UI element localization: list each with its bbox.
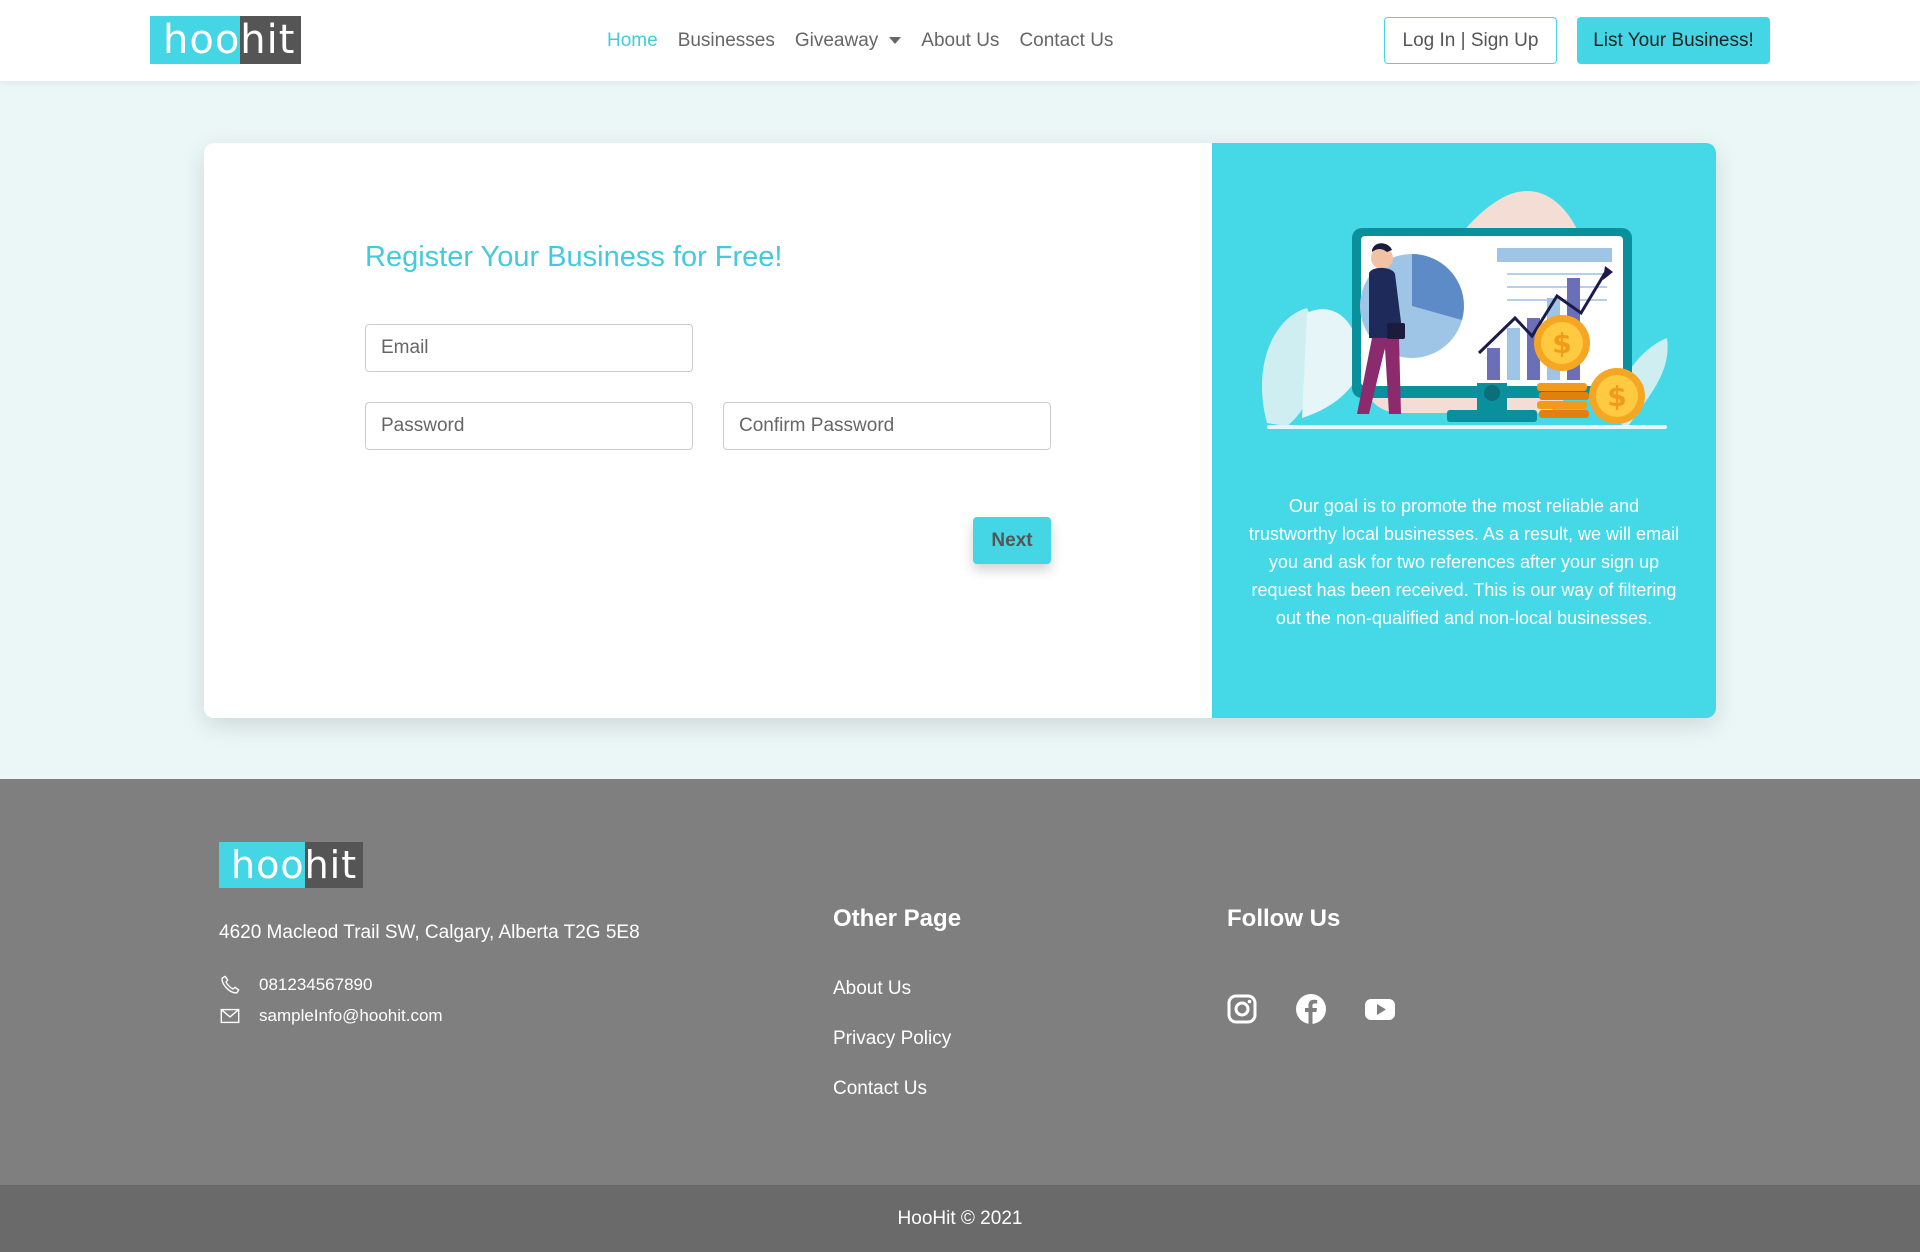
phone-icon [221,975,240,994]
copyright-bar: HooHit © 2021 [0,1185,1920,1252]
screen-header-bar [1497,248,1612,262]
password-input[interactable] [365,402,693,450]
nav-item-businesses[interactable]: Businesses [668,30,785,52]
chevron-down-icon [889,37,902,44]
login-signup-button[interactable]: Log In | Sign Up [1384,17,1557,64]
email-input[interactable] [365,324,693,372]
coin-stack [1537,401,1587,409]
nav-item-about-us[interactable]: About Us [911,30,1009,52]
monitor-base [1447,410,1537,422]
goal-description: Our goal is to promote the most reliable… [1248,496,1680,628]
footer-logo[interactable]: hoo hit [219,842,364,888]
footer-email-row: sampleInfo@hoohit.com [219,1005,443,1027]
footer-logo-part-1: hoo [219,842,305,888]
footer-email[interactable]: sampleInfo@hoohit.com [259,1006,443,1026]
business-growth-illustration: $ $ [1261,191,1668,429]
register-form-panel: Register Your Business for Free! Next [204,143,1212,718]
facebook-icon[interactable] [1295,993,1327,1025]
form-title: Register Your Business for Free! [365,241,783,273]
monitor-button [1484,385,1500,401]
footer-logo-part-2: hit [304,842,364,888]
briefcase-icon [1387,323,1405,339]
nav-item-contact-us[interactable]: Contact Us [1009,30,1123,52]
mail-icon [220,1008,240,1024]
illus-leaf-left-2 [1302,309,1359,418]
next-button[interactable]: Next [973,517,1051,564]
top-navbar: hoo hit Home Businesses Giveaway About U… [0,0,1920,81]
nav-item-home[interactable]: Home [597,30,668,52]
other-page-heading: Other Page [833,905,962,932]
confirm-password-input[interactable] [723,402,1051,450]
nav-item-giveaway[interactable]: Giveaway [785,30,911,52]
youtube-icon[interactable] [1364,993,1396,1025]
instagram-icon[interactable] [1226,993,1258,1025]
footer-link-contact-us[interactable]: Contact Us [833,1078,927,1100]
coin-stack [1539,392,1589,400]
logo-part-2: hit [240,16,302,64]
copyright-text: HooHit © 2021 [897,1207,1023,1229]
footer-address: 4620 Macleod Trail SW, Calgary, Alberta … [219,922,640,943]
follow-us-heading: Follow Us [1227,905,1341,932]
illus-ground [1267,425,1667,429]
register-card: Register Your Business for Free! Next [204,143,1716,718]
nav-item-giveaway-label: Giveaway [794,29,879,51]
footer-phone-row: 081234567890 [219,974,372,996]
hoohit-logo[interactable]: hoo hit [150,16,302,64]
footer-link-about-us[interactable]: About Us [833,978,911,1000]
list-your-business-button[interactable]: List Your Business! [1577,17,1770,64]
screen-line [1507,273,1607,275]
info-panel: $ $ Our goal is to promote the most reli… [1212,143,1716,718]
footer-phone[interactable]: 081234567890 [259,975,372,995]
bar-2 [1507,328,1520,380]
screen-line [1507,286,1607,288]
dollar-sign: $ [1552,327,1571,360]
bar-1 [1487,348,1500,380]
coin-stack [1539,410,1589,418]
coin-stack [1537,383,1587,391]
footer-link-privacy-policy[interactable]: Privacy Policy [833,1028,951,1050]
footer: hoo hit 4620 Macleod Trail SW, Calgary, … [0,779,1920,1185]
dollar-sign-2: $ [1607,380,1626,413]
logo-part-1: hoo [150,16,241,64]
main-nav: Home Businesses Giveaway About Us Contac… [597,0,1123,81]
